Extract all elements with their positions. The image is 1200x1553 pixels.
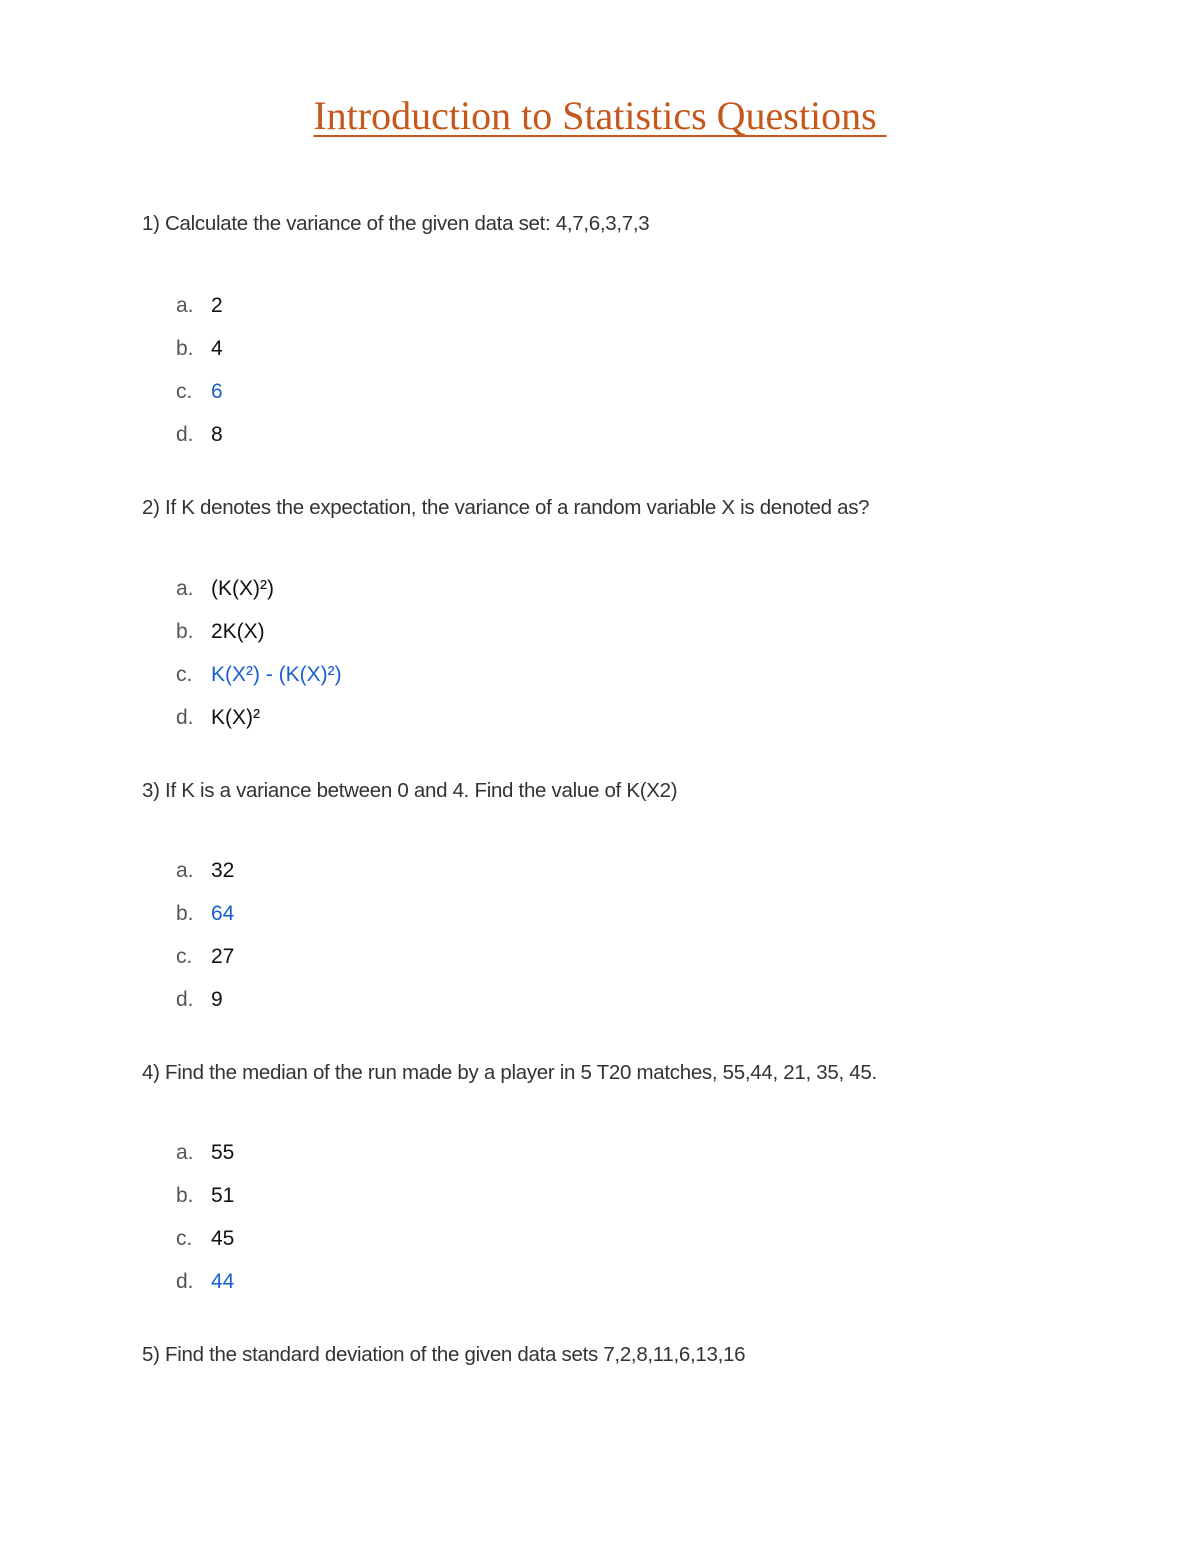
option-b: b. 64 <box>176 900 234 943</box>
question-number: 4) <box>142 1061 160 1084</box>
option-letter: a. <box>176 577 194 600</box>
question-text: If K is a variance between 0 and 4. Find… <box>165 779 678 802</box>
option-d: d. K(X)² <box>176 704 342 747</box>
option-letter: c. <box>176 380 193 403</box>
option-letter: c. <box>176 945 193 968</box>
option-letter: d. <box>176 423 194 446</box>
option-letter: c. <box>176 1227 193 1250</box>
option-value: 9 <box>211 988 223 1011</box>
option-c: c. K(X²) - (K(X)²) <box>176 661 342 704</box>
option-c: c. 45 <box>176 1225 234 1268</box>
document-title: Introduction to Statistics Questions <box>0 92 1200 139</box>
question-number: 2) <box>142 496 160 519</box>
option-b: b. 2K(X) <box>176 618 342 661</box>
option-a: a. (K(X)²) <box>176 575 342 618</box>
option-value: 2 <box>211 294 223 317</box>
option-d: d. 8 <box>176 421 223 464</box>
option-a: a. 2 <box>176 292 223 335</box>
question-text: Find the standard deviation of the given… <box>165 1343 746 1366</box>
option-c: c. 6 <box>176 378 223 421</box>
question-2-options: a. (K(X)²) b. 2K(X) c. K(X²) - (K(X)²) d. K(… <box>176 575 342 747</box>
option-value-correct: 6 <box>211 380 223 403</box>
option-value: 32 <box>211 859 235 882</box>
question-4-options: a. 55 b. 51 c. 45 d. 44 <box>176 1139 234 1311</box>
option-value: 27 <box>211 945 235 968</box>
option-value: 4 <box>211 337 223 360</box>
option-letter: b. <box>176 337 194 360</box>
question-text: Calculate the variance of the given data… <box>165 212 650 235</box>
question-text: Find the median of the run made by a pla… <box>165 1061 877 1084</box>
question-5: 5) Find the standard deviation of the gi… <box>142 1343 745 1367</box>
option-b: b. 51 <box>176 1182 234 1225</box>
question-4: 4) Find the median of the run made by a … <box>142 1061 877 1085</box>
option-letter: d. <box>176 706 194 729</box>
question-1-options: a. 2 b. 4 c. 6 d. 8 <box>176 292 223 464</box>
option-value: (K(X)²) <box>211 577 274 600</box>
option-value-correct: K(X²) - (K(X)²) <box>211 663 342 686</box>
question-text: If K denotes the expectation, the varian… <box>165 496 870 519</box>
option-letter: a. <box>176 294 194 317</box>
option-letter: d. <box>176 988 194 1011</box>
option-value: 8 <box>211 423 223 446</box>
option-c: c. 27 <box>176 943 234 986</box>
question-number: 1) <box>142 212 160 235</box>
option-letter: b. <box>176 902 194 925</box>
question-2: 2) If K denotes the expectation, the var… <box>142 496 870 520</box>
option-value: 2K(X) <box>211 620 265 643</box>
option-a: a. 32 <box>176 857 234 900</box>
option-letter: b. <box>176 620 194 643</box>
option-letter: c. <box>176 663 193 686</box>
option-value-correct: 64 <box>211 902 235 925</box>
option-value: 51 <box>211 1184 235 1207</box>
option-b: b. 4 <box>176 335 223 378</box>
option-value: 55 <box>211 1141 235 1164</box>
option-letter: d. <box>176 1270 194 1293</box>
option-letter: b. <box>176 1184 194 1207</box>
question-3-options: a. 32 b. 64 c. 27 d. 9 <box>176 857 234 1029</box>
question-3: 3) If K is a variance between 0 and 4. F… <box>142 779 678 803</box>
question-1: 1) Calculate the variance of the given d… <box>142 212 650 236</box>
option-value: 45 <box>211 1227 235 1250</box>
option-value-correct: 44 <box>211 1270 235 1293</box>
option-d: d. 9 <box>176 986 234 1029</box>
question-number: 5) <box>142 1343 160 1366</box>
document-title-text: Introduction to Statistics Questions <box>313 93 887 138</box>
option-a: a. 55 <box>176 1139 234 1182</box>
option-d: d. 44 <box>176 1268 234 1311</box>
option-letter: a. <box>176 1141 194 1164</box>
option-letter: a. <box>176 859 194 882</box>
question-number: 3) <box>142 779 160 802</box>
option-value: K(X)² <box>211 706 260 729</box>
